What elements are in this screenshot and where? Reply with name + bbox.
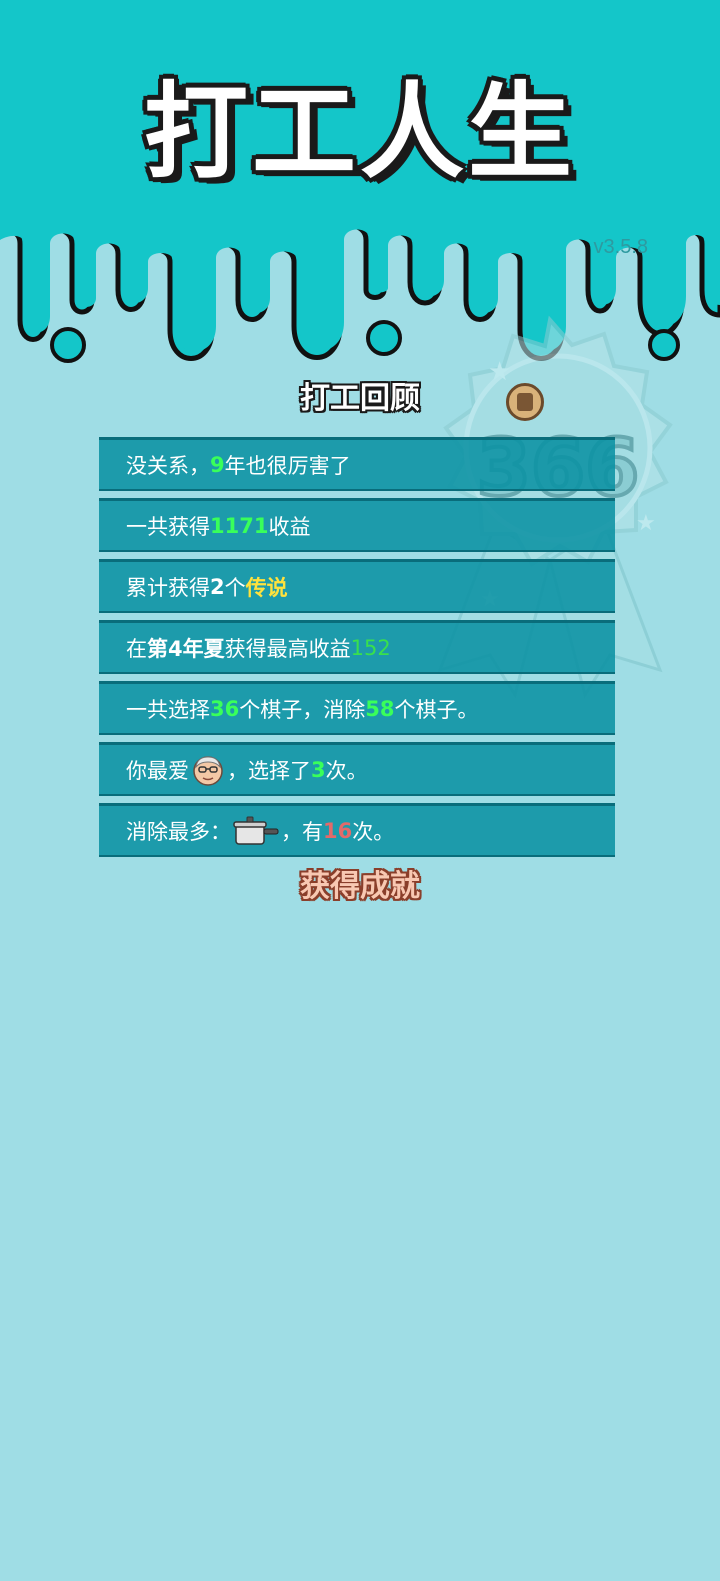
best-income-value: 152 xyxy=(350,635,391,660)
version-label: v3.5.8 xyxy=(593,236,648,258)
review-text: 个 xyxy=(224,575,246,600)
review-text: 收益 xyxy=(268,514,311,539)
review-row-best-income: 在 第4年夏 获得最高收益 152 xyxy=(99,620,615,674)
review-list: 没关系， 9 年也很厉害了 一共获得 1171 收益 累计获得 2 个 传说 在… xyxy=(99,437,615,864)
best-season: 第4年夏 xyxy=(147,636,225,661)
review-text: 次。 xyxy=(352,819,395,844)
review-row-income: 一共获得 1171 收益 xyxy=(99,498,615,552)
review-text: 一共获得 xyxy=(126,514,210,539)
review-text: 在 xyxy=(126,636,147,661)
game-title: 打工人生 xyxy=(143,71,576,193)
grandpa-face-icon xyxy=(193,755,223,786)
review-title: 打工回顾 xyxy=(300,381,420,416)
removed-count: 58 xyxy=(365,696,395,721)
review-text: 次。 xyxy=(325,758,368,783)
review-text: 个棋子，消除 xyxy=(239,697,366,722)
review-text: ，有 xyxy=(281,819,323,844)
game-screen: 打工人生 v3.5.8 366 ★ ★ ★ 打工回顾 没关系， 9 年也很厉害了… xyxy=(0,0,720,1581)
review-text: 获得最高收益 xyxy=(224,636,351,661)
years-value: 9 xyxy=(210,452,225,477)
review-row-favorite: 你最爱 ，选择了 3 次。 xyxy=(99,742,615,796)
legendary-label: 传说 xyxy=(245,575,288,600)
review-text: 没关系， xyxy=(126,453,210,478)
review-text: 年也很厉害了 xyxy=(224,453,351,478)
svg-text:★: ★ xyxy=(636,511,656,536)
review-text: 一共选择 xyxy=(126,697,210,722)
review-text: 个棋子。 xyxy=(394,697,479,722)
favorite-count: 3 xyxy=(311,757,326,782)
legendary-count: 2 xyxy=(210,574,225,599)
selected-count: 36 xyxy=(210,696,240,721)
income-value: 1171 xyxy=(210,513,269,538)
achievements-title: 获得成就 xyxy=(300,869,420,904)
review-text: 你最爱 xyxy=(126,758,189,783)
review-text: 累计获得 xyxy=(126,575,210,600)
review-row-legendary: 累计获得 2 个 传说 xyxy=(99,559,615,613)
most-removed-count: 16 xyxy=(323,818,353,843)
review-row-years: 没关系， 9 年也很厉害了 xyxy=(99,437,615,491)
review-text: 消除最多： xyxy=(126,819,231,844)
review-row-most-removed: 消除最多： ，有 16 次。 xyxy=(99,803,615,857)
review-text: ，选择了 xyxy=(227,758,311,783)
cooking-pot-icon xyxy=(233,816,279,845)
chip-coin-icon xyxy=(506,383,544,421)
review-row-pieces: 一共选择 36 个棋子，消除 58 个棋子。 xyxy=(99,681,615,735)
